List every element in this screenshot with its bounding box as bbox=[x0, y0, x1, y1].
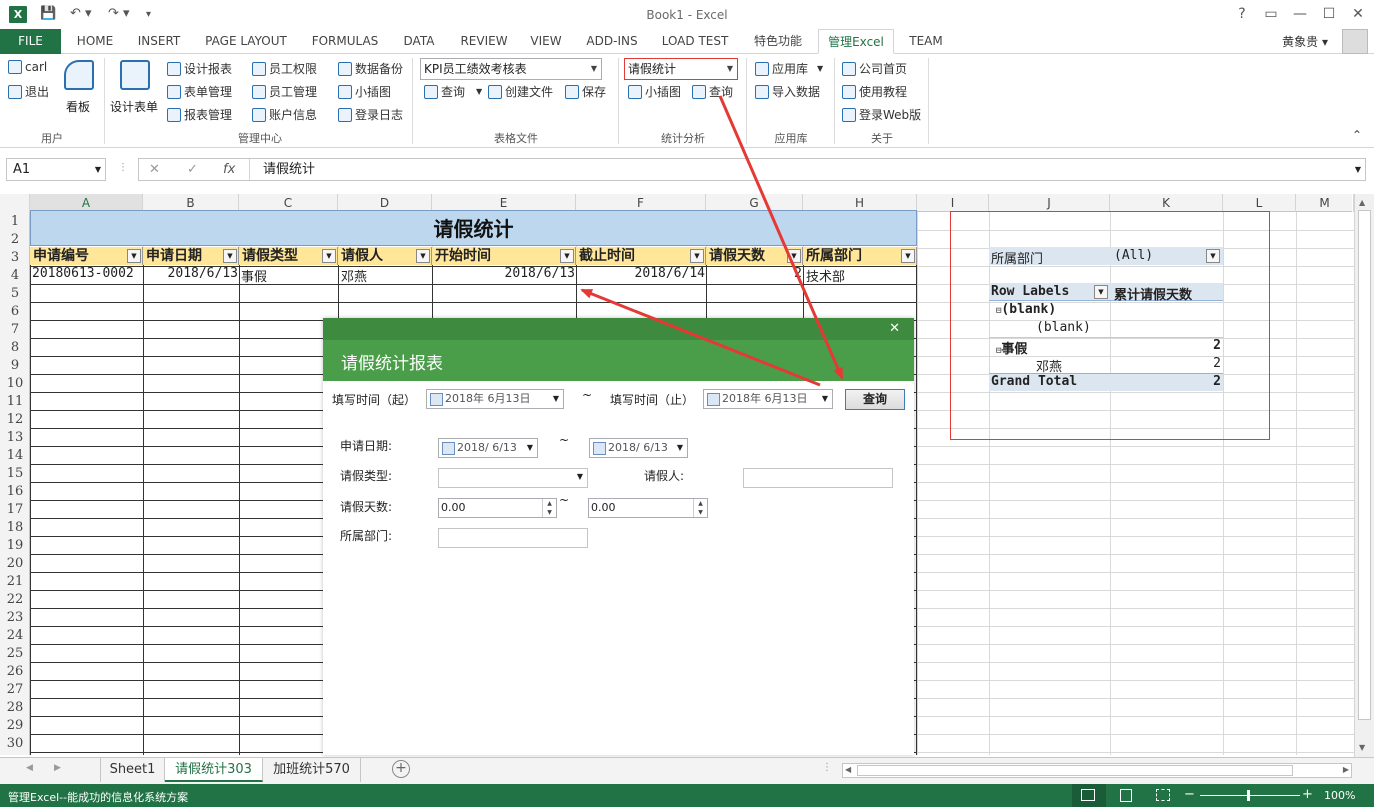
annotation-arrow-to-query bbox=[718, 95, 844, 380]
annotation-arrows bbox=[580, 95, 844, 387]
horizontal-scrollbar[interactable]: ◀ ▶ bbox=[842, 763, 1352, 778]
sheet-tab-leave-stats[interactable]: 请假统计303 bbox=[165, 758, 263, 782]
scroll-left-icon[interactable]: ◀ bbox=[845, 765, 851, 774]
page-layout-icon[interactable] bbox=[1120, 789, 1132, 802]
status-text: 管理Excel--能成功的信息化系统方案 bbox=[8, 791, 189, 804]
excel-window: X 💾 ↶ ▾ ↷ ▾ ▾ Book1 - Excel ? ▭ — ☐ ✕ FI… bbox=[0, 0, 1374, 807]
add-sheet-icon[interactable]: + bbox=[392, 760, 410, 778]
scroll-right-icon[interactable]: ▶ bbox=[1343, 765, 1349, 774]
zoom-out-icon[interactable]: − bbox=[1184, 787, 1195, 802]
page-break-icon[interactable] bbox=[1156, 789, 1170, 801]
sheet-tab-overtime-stats[interactable]: 加班统计570 bbox=[263, 758, 361, 782]
scroll-up-icon[interactable]: ▲ bbox=[1359, 198, 1365, 207]
zoom-slider[interactable] bbox=[1200, 795, 1300, 796]
tab-scroll-split-icon[interactable]: ⋮ bbox=[822, 762, 832, 773]
annotation-arrow-to-cell bbox=[580, 288, 821, 387]
vertical-scrollbar[interactable]: ▲ ▼ bbox=[1354, 194, 1374, 757]
sheet-tab-bar: ◀ ▶ Sheet1 请假统计303 加班统计570 + ⋮ ◀ ▶ bbox=[0, 757, 1374, 784]
zoom-level[interactable]: 100% bbox=[1324, 789, 1355, 802]
normal-view-icon bbox=[1081, 789, 1095, 801]
next-sheet-icon[interactable]: ▶ bbox=[54, 763, 61, 773]
scroll-down-icon[interactable]: ▼ bbox=[1359, 743, 1365, 752]
sheet-tab-sheet1[interactable]: Sheet1 bbox=[101, 758, 165, 782]
prev-sheet-icon[interactable]: ◀ bbox=[26, 763, 33, 773]
scroll-thumb[interactable] bbox=[1358, 210, 1371, 720]
scroll-thumb[interactable] bbox=[857, 765, 1293, 776]
status-bar: 管理Excel--能成功的信息化系统方案 − + 100% bbox=[0, 784, 1374, 807]
zoom-in-icon[interactable]: + bbox=[1302, 787, 1313, 802]
zoom-slider-thumb[interactable] bbox=[1247, 790, 1250, 801]
